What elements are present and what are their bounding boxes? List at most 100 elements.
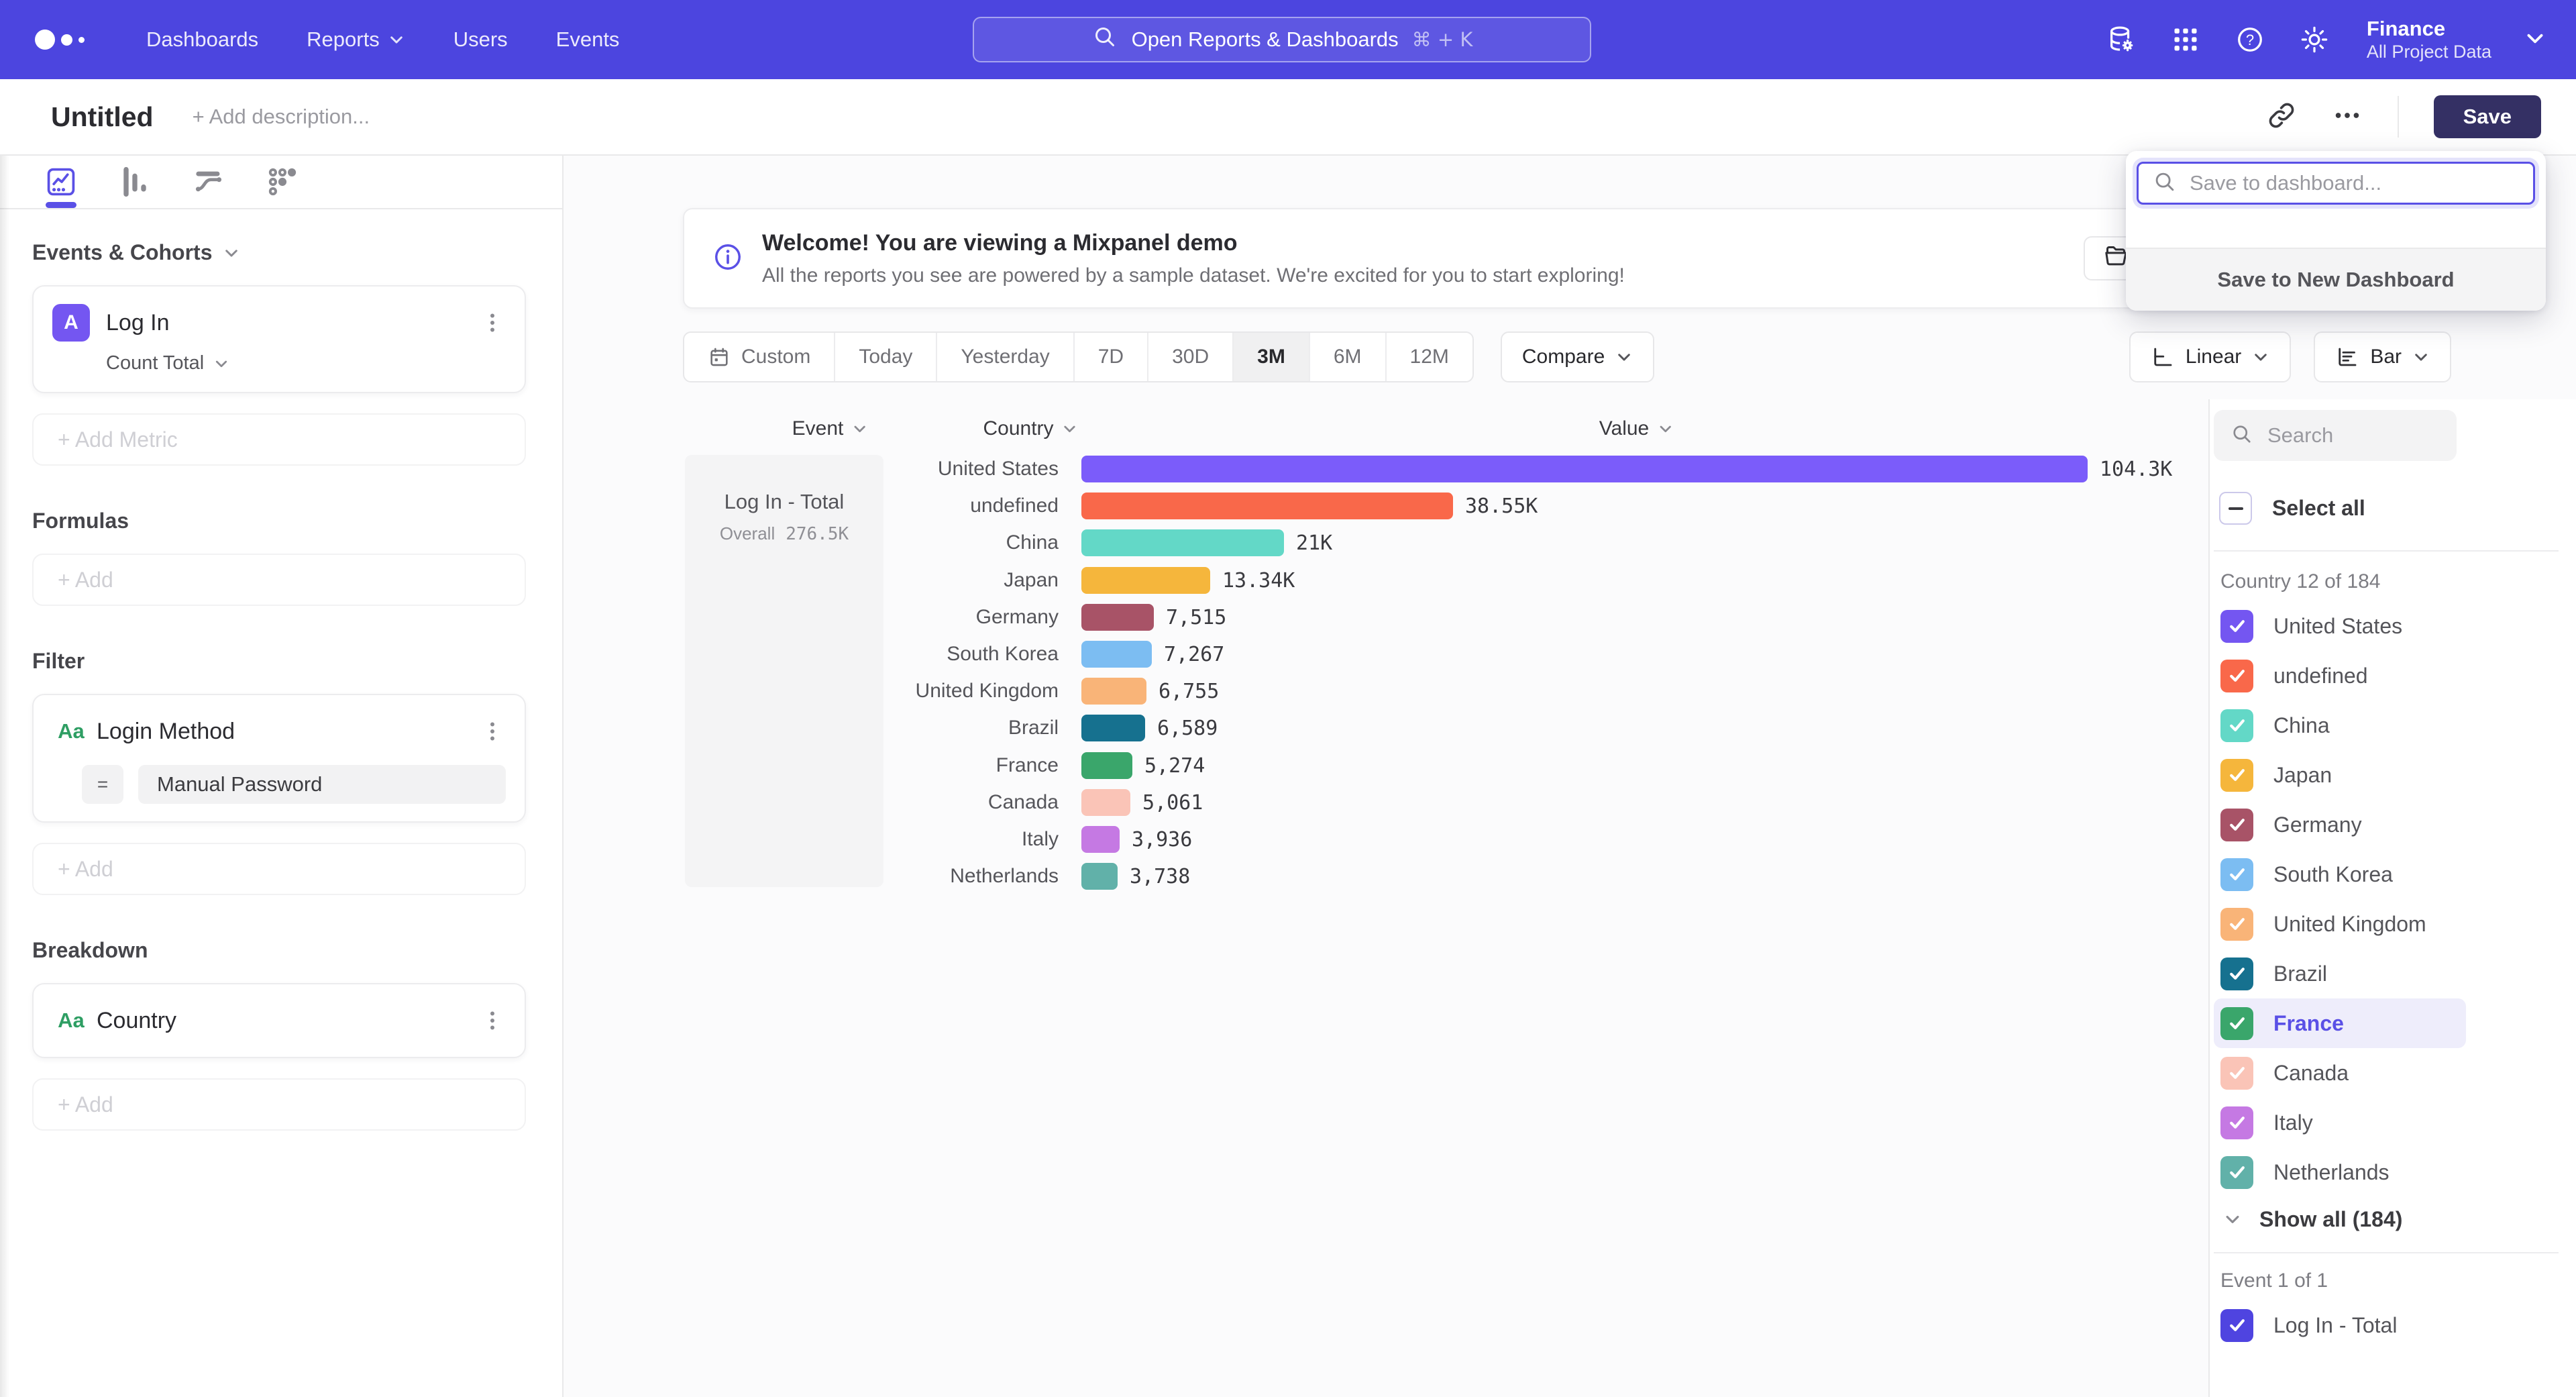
range-custom[interactable]: Custom <box>684 333 835 381</box>
chart-bar[interactable] <box>1081 529 1284 556</box>
legend-item-brazil[interactable]: Brazil <box>2214 949 2466 998</box>
info-icon <box>712 242 743 276</box>
legend-item-log-in---total[interactable]: Log In - Total <box>2214 1300 2466 1350</box>
checkbox-checked[interactable] <box>2220 660 2253 692</box>
legend-item-italy[interactable]: Italy <box>2214 1098 2466 1147</box>
tab-flows-icon[interactable] <box>191 164 227 200</box>
legend-search-box[interactable] <box>2214 410 2457 461</box>
apps-grid-icon[interactable] <box>2169 23 2202 56</box>
legend-item-united-states[interactable]: United States <box>2214 601 2466 651</box>
column-header-event[interactable]: Event <box>792 417 868 440</box>
add-description-button[interactable]: + Add description... <box>193 105 370 129</box>
legend-item-south-korea[interactable]: South Korea <box>2214 849 2466 899</box>
range-30d[interactable]: 30D <box>1148 333 1234 381</box>
range-12m[interactable]: 12M <box>1387 333 1472 381</box>
checkbox-checked[interactable] <box>2220 1007 2253 1040</box>
metric-event-name[interactable]: Log In <box>106 310 170 336</box>
filter-value[interactable]: Manual Password <box>138 765 506 804</box>
chart-style-selector[interactable]: Bar <box>2314 331 2451 382</box>
copy-link-icon[interactable] <box>2266 100 2297 134</box>
add-formula-button[interactable]: + Add <box>32 554 526 606</box>
checkbox-checked[interactable] <box>2220 709 2253 742</box>
add-metric-button[interactable]: + Add Metric <box>32 413 526 466</box>
checkbox-checked[interactable] <box>2220 1309 2253 1342</box>
chart-bar[interactable] <box>1081 826 1120 853</box>
chart-bar[interactable] <box>1081 567 1210 594</box>
scale-selector[interactable]: Linear <box>2129 331 2291 382</box>
chart-bar[interactable] <box>1081 604 1154 631</box>
filter-card[interactable]: Aa Login Method = Manual Password <box>32 694 526 823</box>
checkbox-checked[interactable] <box>2220 809 2253 841</box>
range-7d[interactable]: 7D <box>1075 333 1148 381</box>
save-to-dashboard-input[interactable] <box>2190 171 2512 195</box>
range-6m[interactable]: 6M <box>1310 333 1387 381</box>
chart-bar[interactable] <box>1081 752 1132 779</box>
legend-item-germany[interactable]: Germany <box>2214 800 2466 849</box>
checkbox-checked[interactable] <box>2220 1106 2253 1139</box>
global-search-button[interactable]: Open Reports & Dashboards ⌘ + K <box>973 17 1591 62</box>
range-3m[interactable]: 3M <box>1234 333 1310 381</box>
breakdown-card[interactable]: Aa Country <box>32 983 526 1058</box>
add-filter-button[interactable]: + Add <box>32 843 526 895</box>
tab-funnels-icon[interactable] <box>117 164 153 200</box>
mixpanel-logo[interactable] <box>35 30 85 50</box>
legend-item-china[interactable]: China <box>2214 701 2466 750</box>
filter-property-name[interactable]: Login Method <box>97 719 235 745</box>
checkbox-checked[interactable] <box>2220 858 2253 891</box>
checkbox-checked[interactable] <box>2220 759 2253 792</box>
checkbox-checked[interactable] <box>2220 1156 2253 1189</box>
checkbox-checked[interactable] <box>2220 908 2253 941</box>
range-yesterday[interactable]: Yesterday <box>937 333 1074 381</box>
more-options-icon[interactable] <box>2332 100 2363 134</box>
event-series-panel[interactable]: Log In - Total Overall 276.5K <box>685 455 883 887</box>
chart-bar[interactable] <box>1081 863 1118 890</box>
chart-bar[interactable] <box>1081 493 1453 519</box>
save-to-new-dashboard-button[interactable]: Save to New Dashboard <box>2126 248 2546 311</box>
nav-item-events[interactable]: Events <box>532 0 644 79</box>
select-all-checkbox[interactable] <box>2219 492 2252 525</box>
nav-item-dashboards[interactable]: Dashboards <box>122 0 282 79</box>
show-all-button[interactable]: Show all (184) <box>2214 1197 2563 1241</box>
legend-item-canada[interactable]: Canada <box>2214 1048 2466 1098</box>
data-management-icon[interactable] <box>2105 23 2137 56</box>
legend-item-united-kingdom[interactable]: United Kingdom <box>2214 899 2466 949</box>
range-today[interactable]: Today <box>835 333 937 381</box>
aggregation-selector[interactable]: Count Total <box>106 352 506 374</box>
metric-card[interactable]: A Log In Count Total <box>32 285 526 393</box>
column-header-country[interactable]: Country <box>983 417 1077 440</box>
legend-search-input[interactable] <box>2267 423 2442 448</box>
chart-bar[interactable] <box>1081 789 1130 816</box>
chart-bar[interactable] <box>1081 641 1152 668</box>
chart-bar[interactable] <box>1081 456 2088 482</box>
save-to-dashboard-field[interactable] <box>2137 162 2535 205</box>
save-button[interactable]: Save <box>2434 95 2541 138</box>
select-all-row[interactable]: Select all <box>2214 492 2563 525</box>
range-label: 12M <box>1410 346 1449 368</box>
compare-button[interactable]: Compare <box>1501 331 1654 382</box>
help-icon[interactable]: ? <box>2234 23 2266 56</box>
events-section-header[interactable]: Events & Cohorts <box>32 240 526 265</box>
kebab-menu-icon[interactable] <box>479 311 506 335</box>
nav-item-reports[interactable]: Reports <box>282 0 429 79</box>
legend-item-undefined[interactable]: undefined <box>2214 651 2466 701</box>
nav-item-users[interactable]: Users <box>429 0 532 79</box>
checkbox-checked[interactable] <box>2220 958 2253 990</box>
tab-retention-icon[interactable] <box>264 164 301 200</box>
report-title[interactable]: Untitled <box>51 101 154 133</box>
column-header-value[interactable]: Value <box>1599 417 1674 440</box>
project-switcher[interactable]: Finance All Project Data <box>2367 16 2491 63</box>
legend-item-netherlands[interactable]: Netherlands <box>2214 1147 2466 1197</box>
checkbox-checked[interactable] <box>2220 610 2253 643</box>
filter-operator[interactable]: = <box>82 765 123 804</box>
legend-item-japan[interactable]: Japan <box>2214 750 2466 800</box>
chart-bar[interactable] <box>1081 678 1146 705</box>
settings-gear-icon[interactable] <box>2298 23 2330 56</box>
kebab-menu-icon[interactable] <box>479 1008 506 1033</box>
checkbox-checked[interactable] <box>2220 1057 2253 1090</box>
tab-insights-icon[interactable] <box>43 164 79 200</box>
legend-item-france[interactable]: France <box>2214 998 2466 1048</box>
add-breakdown-button[interactable]: + Add <box>32 1078 526 1131</box>
breakdown-property-name[interactable]: Country <box>97 1008 176 1034</box>
kebab-menu-icon[interactable] <box>479 719 506 743</box>
chart-bar[interactable] <box>1081 715 1145 741</box>
